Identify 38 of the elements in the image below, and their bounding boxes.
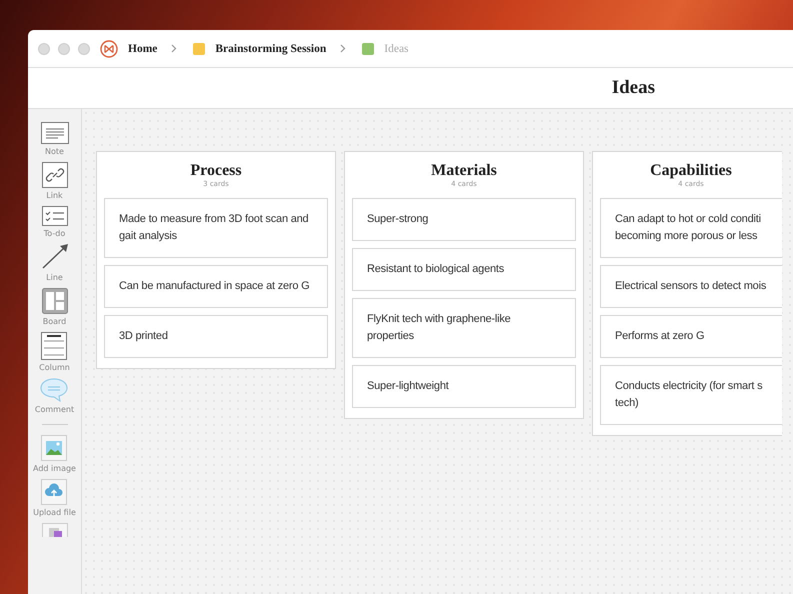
breadcrumb-link[interactable]: Brainstorming Session [215,42,326,54]
column-icon[interactable] [41,332,68,360]
column-title: Process [189,162,243,180]
idea-card[interactable]: Can adapt to hot or cold conditi becoming more porous or less [600,198,782,258]
tool-label: Link [46,191,63,200]
link-icon[interactable] [42,162,68,188]
tool-label: Upload file [33,508,76,517]
column-title: Materials [430,162,498,180]
column-title: Capabilities [649,162,733,180]
idea-card[interactable]: Conducts electricity (for smart s tech) [600,365,782,425]
chevron-icon [171,44,178,53]
idea-card[interactable]: Can be manufactured in space at zero G [104,265,328,308]
logo-icon [100,40,118,58]
note-icon[interactable] [40,122,68,144]
image-icon[interactable] [41,435,68,461]
breadcrumb-link[interactable]: Home [128,42,158,54]
tool-label: Line [46,273,63,282]
idea-card[interactable]: FlyKnit tech with graphene-like properties [352,298,576,358]
tool-label: Add image [33,464,76,473]
board-icon[interactable] [42,288,68,314]
upload-icon[interactable] [41,479,68,505]
tool-label: Board [42,317,66,326]
file-icon[interactable] [42,523,68,537]
tool-label: Column [39,363,70,372]
idea-card[interactable]: 3D printed [104,315,328,358]
tool-label: Note [45,147,64,156]
tool-label: To-do [44,229,66,238]
idea-card[interactable]: Electrical sensors to detect mois [600,265,782,308]
idea-card[interactable]: Super-strong [352,198,576,241]
arrow-icon[interactable] [40,244,68,270]
idea-card[interactable]: Performs at zero G [600,315,782,358]
chevron-icon [340,44,346,53]
page-title: Ideas [612,77,655,99]
tool-label: Comment [34,405,74,414]
idea-card[interactable]: Made to measure from 3D foot scan and gait analysis [104,198,328,258]
idea-card[interactable]: Resistant to biological agents [352,248,576,291]
idea-card[interactable]: Super-lightweight [352,365,576,408]
todo-icon[interactable] [42,206,68,226]
